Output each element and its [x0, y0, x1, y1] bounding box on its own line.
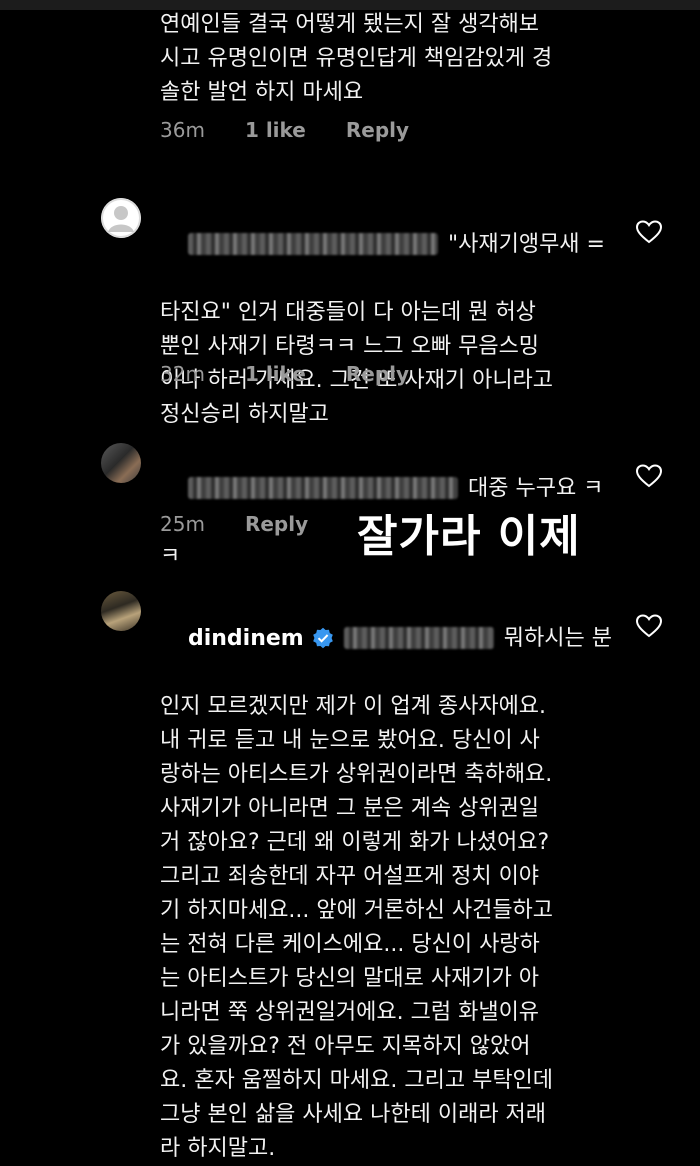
comment-text-line: 기 하지마세요... 앞에 거론하신 사건들하고: [160, 898, 554, 923]
comment-time: 25m: [160, 512, 205, 536]
comment-text-lead: 대중 누구요 ㅋ: [467, 476, 604, 501]
heart-icon[interactable]: [636, 614, 662, 638]
comment-text-line: 솔한 발언 하지 마세요: [160, 80, 364, 105]
comment-text-line: 요. 혼자 움찔하지 마세요. 그리고 부탁인데: [160, 1068, 554, 1093]
comment-text-line: 시고 유명인이면 유명인답게 책임감있게 경: [160, 46, 553, 71]
comment-3-meta: 25m Reply: [160, 512, 348, 536]
comment-text-line: 가 있을까요? 전 아무도 지목하지 않았어: [160, 1034, 531, 1059]
overlay-caption: 잘가라 이제: [357, 511, 581, 562]
reply-button[interactable]: Reply: [346, 118, 409, 142]
comment-text-line: 타진요" 인거 대중들이 다 아는데 뭔 허상: [160, 300, 536, 325]
comment-time: 36m: [160, 118, 205, 142]
avatar[interactable]: [101, 198, 141, 238]
blurred-username: [187, 477, 458, 499]
comment-text-line: 니라면 쭉 상위권일거에요. 그럼 화낼이유: [160, 1000, 540, 1025]
comment-text-lead: "사재기앵무새 =: [447, 232, 605, 257]
comment-text-line: 는 아티스트가 당신의 말대로 사재기가 아: [160, 966, 540, 991]
heart-icon[interactable]: [636, 464, 662, 488]
comment-text-line: 사재기가 아니라면 그 분은 계속 상위권일: [160, 796, 540, 821]
default-avatar-icon: [101, 198, 141, 238]
comment-4: dindinem 뭐하시는 분 인지 모르겠지만 제가 이 업계 종사자에요. …: [160, 588, 630, 1166]
like-count[interactable]: 1 like: [245, 118, 306, 142]
comment-2: "사재기앵무새 = 타진요" 인거 대중들이 다 아는데 뭔 허상 뿐인 사재기…: [160, 194, 620, 432]
comment-text-line: 정신승리 하지말고: [160, 402, 329, 427]
comment-text-line: 연예인들 결국 어떻게 됐는지 잘 생각해보: [160, 12, 540, 37]
comment-time: 32m: [160, 362, 205, 386]
comment-text-line: 그냥 본인 삶을 사세요 나한테 이래라 저래: [160, 1102, 547, 1127]
avatar[interactable]: [101, 443, 141, 483]
comment-text-line: 그리고 죄송한데 자꾸 어설프게 정치 이야: [160, 864, 540, 889]
comment-text-line: 내 귀로 듣고 내 눈으로 봤어요. 당신이 사: [160, 728, 540, 753]
like-count[interactable]: 1 like: [245, 362, 306, 386]
blurred-username: [187, 233, 438, 255]
reply-button[interactable]: Reply: [346, 362, 409, 386]
comment-text-line: 라 하지말고.: [160, 1136, 276, 1161]
heart-icon[interactable]: [636, 220, 662, 244]
comment-text-line: 인지 모르겠지만 제가 이 업계 종사자에요.: [160, 694, 547, 719]
avatar[interactable]: [101, 591, 141, 631]
comment-text-line: 뿐인 사재기 타령ㅋㅋ 느그 오빠 무음스밍: [160, 334, 540, 359]
comment-2-meta: 32m 1 like Reply: [160, 362, 449, 386]
comment-text-lead: 뭐하시는 분: [503, 626, 612, 651]
username[interactable]: dindinem: [188, 626, 304, 651]
comment-1-meta: 36m 1 like Reply: [160, 118, 449, 142]
comment-text-line: 거 잖아요? 근데 왜 이렇게 화가 나셨어요?: [160, 830, 550, 855]
comment-text-line: 는 전혀 다른 케이스에요... 당신이 사랑하: [160, 932, 540, 957]
verified-badge-icon: [312, 627, 333, 649]
comment-1: 연예인들 결국 어떻게 됐는지 잘 생각해보 시고 유명인이면 유명인답게 책임…: [160, 8, 620, 110]
comment-text-line: 랑하는 아티스트가 상위권이라면 축하해요.: [160, 762, 553, 787]
blurred-mention: [343, 627, 494, 649]
reply-button[interactable]: Reply: [245, 512, 308, 536]
